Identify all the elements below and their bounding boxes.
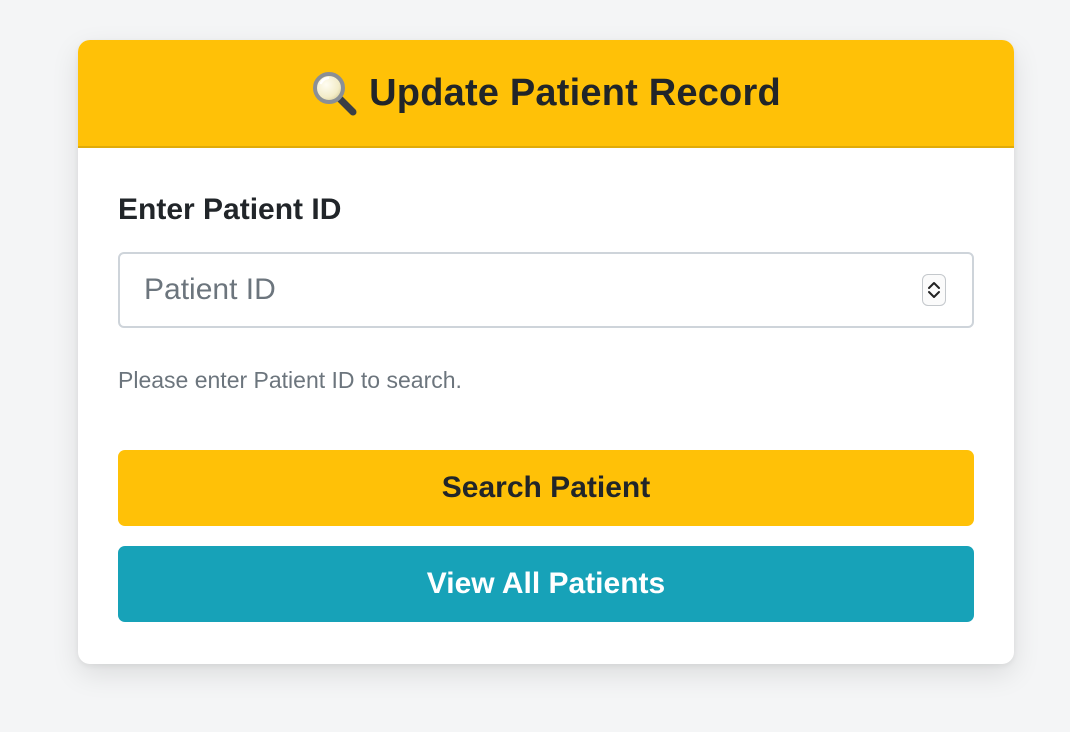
patient-id-input[interactable] xyxy=(120,254,972,326)
header-title-wrap: Update Patient Record xyxy=(311,70,781,116)
magnifying-glass-icon xyxy=(311,70,357,116)
update-patient-card: Update Patient Record Enter Patient ID P… xyxy=(78,40,1014,664)
patient-id-label: Enter Patient ID xyxy=(118,193,342,226)
card-header: Update Patient Record xyxy=(78,40,1014,148)
page-title: Update Patient Record xyxy=(369,71,781,114)
patient-id-input-wrapper xyxy=(118,252,974,328)
help-text: Please enter Patient ID to search. xyxy=(118,367,462,393)
card-body: Enter Patient ID Please enter Patient ID… xyxy=(78,192,1014,622)
view-all-patients-button[interactable]: View All Patients xyxy=(118,546,974,622)
stepper-down-icon[interactable] xyxy=(927,290,941,300)
number-stepper[interactable] xyxy=(922,274,946,306)
stepper-up-icon[interactable] xyxy=(927,280,941,290)
search-patient-button[interactable]: Search Patient xyxy=(118,450,974,526)
